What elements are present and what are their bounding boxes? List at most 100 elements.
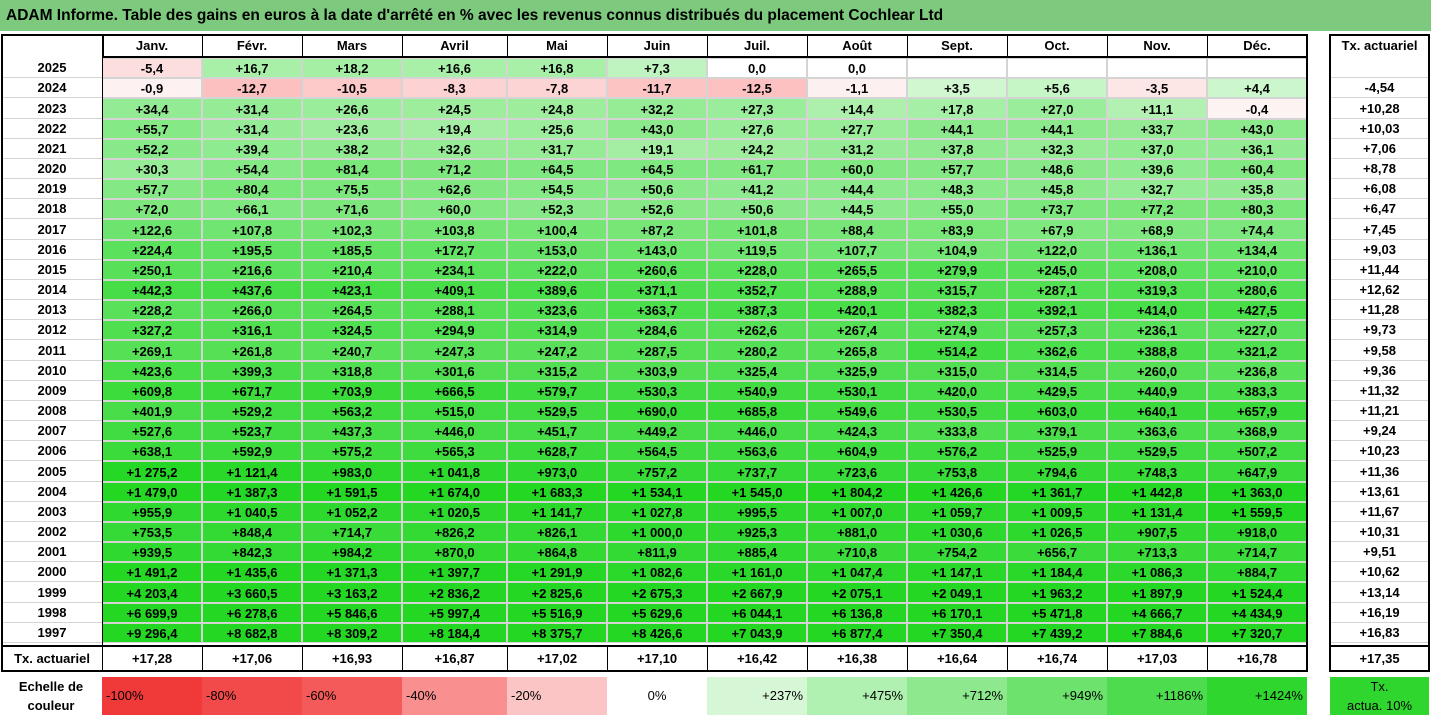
- table-cell: +2 825,6: [507, 582, 607, 603]
- table-cell: +44,4: [807, 179, 907, 199]
- table-cell: +685,8: [707, 401, 807, 421]
- table-cell: +1 534,1: [607, 482, 707, 502]
- table-cell: +279,9: [907, 260, 1007, 280]
- table-cell: +383,3: [1207, 381, 1307, 401]
- table-cell: +236,8: [1207, 361, 1307, 381]
- rate-cell: +11,28: [1330, 300, 1429, 320]
- table-cell: +4 666,7: [1107, 603, 1207, 623]
- table-cell: +368,9: [1207, 421, 1307, 441]
- year-label: 2004: [2, 482, 102, 502]
- table-cell: +269,1: [102, 340, 202, 361]
- table-cell: +427,5: [1207, 300, 1307, 320]
- table-cell: +55,7: [102, 119, 202, 139]
- table-cell: +287,5: [607, 340, 707, 361]
- month-header: Août: [842, 38, 872, 53]
- rate-cell: +9,58: [1330, 340, 1429, 361]
- legend-swatch: +949%: [1007, 677, 1107, 715]
- table-cell: +437,3: [302, 421, 402, 441]
- table-cell: +529,5: [507, 401, 607, 421]
- table-cell: +1 275,2: [102, 461, 202, 482]
- table-cell: +848,4: [202, 522, 302, 542]
- table-cell: +19,4: [402, 119, 507, 139]
- table-cell: +1 121,4: [202, 461, 302, 482]
- table-cell: +6 136,8: [807, 603, 907, 623]
- table-cell: +14,4: [807, 98, 907, 119]
- table-cell: +352,7: [707, 280, 807, 300]
- table-cell: +185,5: [302, 240, 402, 260]
- month-header: Sept.: [941, 38, 973, 53]
- rate-cell: +10,31: [1330, 522, 1429, 542]
- footer-cell: +17,06: [231, 651, 273, 666]
- rate-cell: +10,23: [1330, 441, 1429, 461]
- rate-cell: +11,36: [1330, 461, 1429, 482]
- table-cell: +429,5: [1007, 381, 1107, 401]
- column-separator: [202, 34, 203, 58]
- table-cell: +523,7: [202, 421, 302, 441]
- table-cell: +564,5: [607, 441, 707, 461]
- table-cell: +222,0: [507, 260, 607, 280]
- table-cell: -0,4: [1207, 98, 1307, 119]
- table-cell: +563,6: [707, 441, 807, 461]
- table-cell: [1207, 58, 1307, 78]
- rate-cell: +10,62: [1330, 562, 1429, 582]
- table-cell: +449,2: [607, 421, 707, 441]
- table-cell: +388,8: [1107, 340, 1207, 361]
- table-cell: -11,7: [607, 78, 707, 98]
- table-cell: [1007, 58, 1107, 78]
- table-cell: +671,7: [202, 381, 302, 401]
- year-label: 2000: [2, 562, 102, 582]
- table-cell: +392,1: [1007, 300, 1107, 320]
- footer-divider: [1, 645, 1308, 647]
- table-cell: +210,4: [302, 260, 402, 280]
- table-cell: +983,0: [302, 461, 402, 482]
- month-header: Avril: [440, 38, 469, 53]
- table-cell: +549,6: [807, 401, 907, 421]
- year-label: 2015: [2, 260, 102, 280]
- table-cell: +64,5: [507, 159, 607, 179]
- table-cell: +101,8: [707, 219, 807, 240]
- month-header: Mai: [546, 38, 568, 53]
- footer-cell: +16,42: [736, 651, 778, 666]
- table-cell: +565,3: [402, 441, 507, 461]
- table-cell: +362,6: [1007, 340, 1107, 361]
- legend-swatch: -80%: [202, 677, 302, 715]
- year-label: 2024: [2, 78, 102, 98]
- table-cell: +16,7: [202, 58, 302, 78]
- table-cell: +6 170,1: [907, 603, 1007, 623]
- column-separator: [607, 34, 608, 58]
- table-cell: +2 836,2: [402, 582, 507, 603]
- table-cell: +7 350,4: [907, 623, 1007, 643]
- table-cell: +8 309,2: [302, 623, 402, 643]
- table-cell: +609,8: [102, 381, 202, 401]
- table-cell: +57,7: [102, 179, 202, 199]
- legend-swatch: 0%: [607, 677, 707, 715]
- table-cell: +437,6: [202, 280, 302, 300]
- table-cell: +57,7: [907, 159, 1007, 179]
- legend-swatch: +475%: [807, 677, 907, 715]
- table-cell: +24,5: [402, 98, 507, 119]
- table-cell: +5 997,4: [402, 603, 507, 623]
- footer-cell: +16,74: [1036, 651, 1078, 666]
- table-cell: +1 683,3: [507, 482, 607, 502]
- table-cell: +314,9: [507, 320, 607, 340]
- rate-header: Tx. actuariel: [1341, 38, 1418, 53]
- table-cell: +44,1: [1007, 119, 1107, 139]
- table-cell: +333,8: [907, 421, 1007, 441]
- rate-cell: +7,45: [1330, 219, 1429, 240]
- table-cell: +71,6: [302, 199, 402, 219]
- table-cell: +371,1: [607, 280, 707, 300]
- rate-cell: +9,51: [1330, 542, 1429, 562]
- table-cell: +1 559,5: [1207, 502, 1307, 522]
- table-cell: +48,6: [1007, 159, 1107, 179]
- table-cell: -7,8: [507, 78, 607, 98]
- footer-cell: +16,64: [936, 651, 978, 666]
- table-cell: +288,1: [402, 300, 507, 320]
- table-cell: +37,8: [907, 139, 1007, 159]
- legend-rate-line: Tx.: [1370, 679, 1389, 694]
- table-cell: +757,2: [607, 461, 707, 482]
- table-cell: +811,9: [607, 542, 707, 562]
- table-cell: +5 629,6: [607, 603, 707, 623]
- table-cell: +885,4: [707, 542, 807, 562]
- legend-swatch: -40%: [402, 677, 507, 715]
- table-cell: +122,0: [1007, 240, 1107, 260]
